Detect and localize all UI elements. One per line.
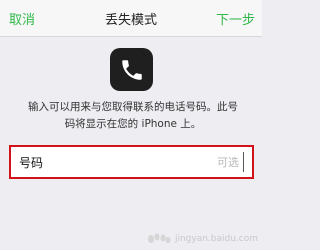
baidu-logo-icon: [147, 233, 171, 243]
navigation-bar: 取消 丢失模式 下一步: [0, 0, 262, 37]
description-line-2: 码将显示在您的 iPhone 上。: [64, 118, 202, 130]
text-cursor: [243, 152, 244, 172]
watermark-text: jingyan.baidu.com: [174, 234, 258, 244]
phone-number-label: 号码: [19, 156, 44, 170]
description-line-1: 输入可以用来与您取得联系的电话号码。此号: [28, 101, 238, 113]
next-step-button[interactable]: 下一步: [216, 9, 255, 28]
phone-handset-icon: [121, 59, 142, 80]
description-text: 输入可以用来与您取得联系的电话号码。此号 码将显示在您的 iPhone 上。: [10, 99, 256, 133]
phone-icon: [110, 48, 153, 91]
phone-number-field[interactable]: 号码 可选: [9, 145, 254, 179]
baidu-jingyan-watermark: jingyan.baidu.com: [146, 232, 258, 246]
phone-number-placeholder: 可选: [217, 156, 239, 169]
